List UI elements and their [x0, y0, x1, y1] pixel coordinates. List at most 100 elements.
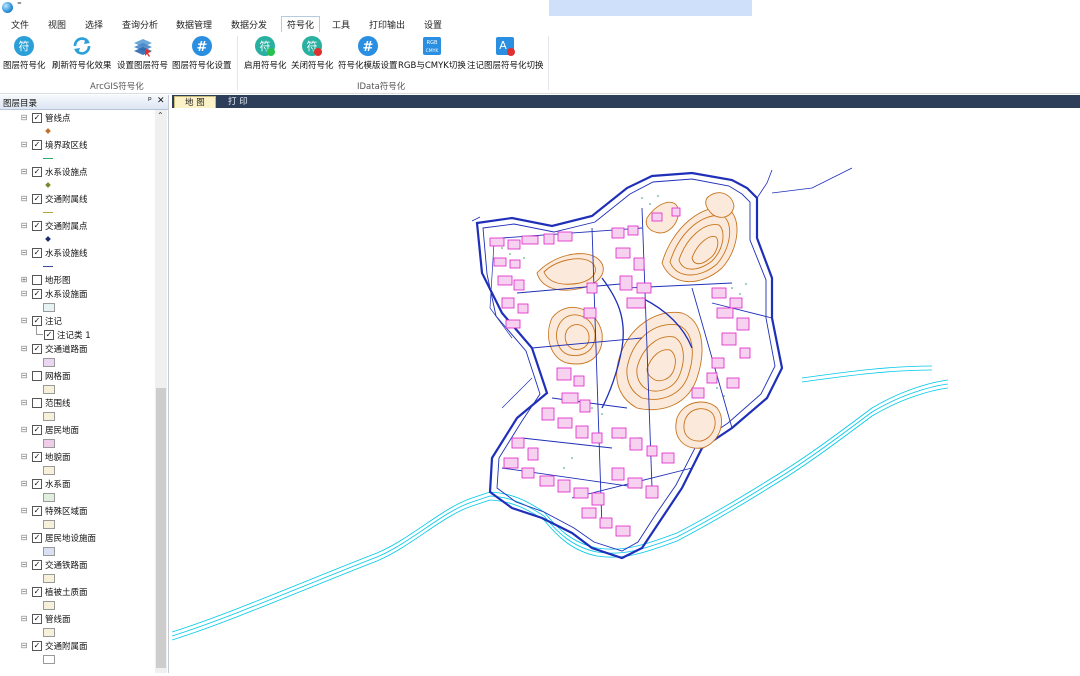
layer-item[interactable]: ⊟ ✓ 水系设施面 — [0, 289, 155, 302]
collapse-icon[interactable]: ⊟ — [20, 453, 28, 461]
toc-scrollbar[interactable]: ⌃ — [155, 110, 167, 673]
ribbon-button[interactable]: # 图层符号化设置 — [172, 35, 232, 71]
ribbon-button-label: 图层符号化设置 — [172, 61, 232, 71]
layer-item[interactable]: ⊟ ✓ 交通道路面 — [0, 344, 155, 357]
layer-item[interactable]: ⊟ ✓ 居民地面 — [0, 425, 155, 438]
ribbon-button[interactable]: 符启用符号化 — [244, 35, 287, 71]
ribbon-button[interactable]: RGB CMYK RGB与CMYK切换 — [398, 35, 466, 71]
collapse-icon[interactable]: ⊟ — [20, 195, 28, 203]
layer-visibility-checkbox[interactable]: ✓ — [32, 533, 42, 543]
collapse-icon[interactable]: ⊟ — [20, 290, 28, 298]
layer-visibility-checkbox[interactable]: ✓ — [32, 194, 42, 204]
quick-access-dropdown[interactable]: ⁼ — [17, 1, 22, 11]
pin-icon[interactable]: ᵖ — [148, 96, 152, 106]
menu-item[interactable]: 数据管理 — [176, 18, 212, 31]
app-globe-icon[interactable] — [2, 2, 13, 13]
layer-item[interactable]: ⊟ ✓ 注记 — [0, 316, 155, 329]
layer-visibility-checkbox[interactable]: ✓ — [44, 330, 54, 340]
layer-item[interactable]: ⊟ ✓ 水系设施线 — [0, 248, 155, 261]
collapse-icon[interactable]: ⊟ — [20, 561, 28, 569]
collapse-icon[interactable]: ⊟ — [20, 480, 28, 488]
ribbon-button[interactable]: # 符号化模版设置 — [338, 35, 398, 71]
ribbon-button[interactable]: 设置图层符号 — [117, 35, 168, 71]
layer-item[interactable]: ⊟ ✓ 居民地设施面 — [0, 533, 155, 546]
scroll-thumb[interactable] — [156, 388, 166, 668]
layer-visibility-checkbox[interactable] — [32, 398, 42, 408]
layer-visibility-checkbox[interactable]: ✓ — [32, 113, 42, 123]
tab-print[interactable]: 打 印 — [218, 96, 258, 108]
menu-item[interactable]: 查询分析 — [122, 18, 158, 31]
layer-item[interactable]: ⊟ ✓ 特殊区域面 — [0, 506, 155, 519]
ribbon-button[interactable]: A 注记图层符号化切换 — [467, 35, 544, 71]
collapse-icon[interactable]: ⊟ — [20, 372, 28, 380]
collapse-icon[interactable]: ⊟ — [20, 615, 28, 623]
layer-visibility-checkbox[interactable]: ✓ — [32, 587, 42, 597]
layer-visibility-checkbox[interactable]: ✓ — [32, 641, 42, 651]
layer-item[interactable]: ⊟ 网格面 — [0, 371, 155, 384]
ribbon-button-label: 符号化模版设置 — [338, 61, 398, 71]
layer-visibility-checkbox[interactable]: ✓ — [32, 506, 42, 516]
ribbon-button[interactable]: 符图层符号化 — [3, 35, 46, 71]
layer-item[interactable]: ⊟ ✓ 交通附属线 — [0, 194, 155, 207]
collapse-icon[interactable]: ⊟ — [20, 222, 28, 230]
layer-visibility-checkbox[interactable]: ✓ — [32, 452, 42, 462]
collapse-icon[interactable]: ⊟ — [20, 345, 28, 353]
layer-name: 网格面 — [45, 372, 71, 382]
layer-visibility-checkbox[interactable] — [32, 275, 42, 285]
map-canvas[interactable] — [171, 108, 1080, 673]
collapse-icon[interactable]: ⊟ — [20, 588, 28, 596]
scroll-up-icon[interactable]: ⌃ — [157, 111, 164, 120]
menu-item[interactable]: 打印输出 — [369, 18, 405, 31]
layer-visibility-checkbox[interactable]: ✓ — [32, 248, 42, 258]
layer-visibility-checkbox[interactable]: ✓ — [32, 344, 42, 354]
collapse-icon[interactable]: ⊟ — [20, 168, 28, 176]
layer-item[interactable]: ⊟ ✓ 地貌面 — [0, 452, 155, 465]
layer-item[interactable]: ⊟ ✓ 水系面 — [0, 479, 155, 492]
collapse-icon[interactable]: ⊟ — [20, 642, 28, 650]
layer-visibility-checkbox[interactable]: ✓ — [32, 560, 42, 570]
layer-visibility-checkbox[interactable]: ✓ — [32, 140, 42, 150]
collapse-icon[interactable]: ⊟ — [20, 534, 28, 542]
layer-visibility-checkbox[interactable]: ✓ — [32, 316, 42, 326]
layer-item[interactable]: ⊟ ✓ 境界政区线 — [0, 140, 155, 153]
close-icon[interactable]: ✕ — [157, 96, 165, 106]
menu-item[interactable]: 设置 — [424, 18, 442, 31]
expand-icon[interactable]: ⊞ — [20, 276, 28, 284]
layer-item[interactable]: ⊟ ✓ 交通铁路面 — [0, 560, 155, 573]
menu-item[interactable]: 文件 — [11, 18, 29, 31]
layer-visibility-checkbox[interactable]: ✓ — [32, 221, 42, 231]
layer-item[interactable]: ⊟ ✓ 管线点 — [0, 113, 155, 126]
layer-item[interactable]: ⊟ ✓ 水系设施点 — [0, 167, 155, 180]
menu-item[interactable]: 工具 — [332, 18, 350, 31]
ribbon-button[interactable]: 刷新符号化效果 — [52, 35, 112, 71]
layer-visibility-checkbox[interactable]: ✓ — [32, 479, 42, 489]
layer-class-item[interactable]: ✓ 注记类 1 — [0, 326, 155, 343]
collapse-icon[interactable]: ⊟ — [20, 317, 28, 325]
layer-symbol-swatch — [43, 158, 53, 159]
collapse-icon[interactable]: ⊟ — [20, 141, 28, 149]
map-drawing[interactable] — [171, 108, 1080, 673]
layer-item[interactable]: ⊟ ✓ 交通附属点 — [0, 221, 155, 234]
menu-item[interactable]: 数据分发 — [231, 18, 267, 31]
layer-visibility-checkbox[interactable]: ✓ — [32, 425, 42, 435]
layer-visibility-checkbox[interactable]: ✓ — [32, 289, 42, 299]
layer-symbol-swatch — [43, 601, 55, 610]
collapse-icon[interactable]: ⊟ — [20, 426, 28, 434]
layer-item[interactable]: ⊟ ✓ 植被土质面 — [0, 587, 155, 600]
layer-visibility-checkbox[interactable] — [32, 371, 42, 381]
layer-item[interactable]: ⊟ ✓ 管线面 — [0, 614, 155, 627]
collapse-icon[interactable]: ⊟ — [20, 399, 28, 407]
collapse-icon[interactable]: ⊟ — [20, 507, 28, 515]
ribbon-button[interactable]: 符关闭符号化 — [291, 35, 334, 71]
collapse-icon[interactable]: ⊟ — [20, 249, 28, 257]
layer-item[interactable]: ⊟ ✓ 交通附属面 — [0, 641, 155, 654]
layer-visibility-checkbox[interactable]: ✓ — [32, 614, 42, 624]
collapse-icon[interactable]: ⊟ — [20, 114, 28, 122]
layer-item[interactable]: ⊟ 范围线 — [0, 398, 155, 411]
layer-visibility-checkbox[interactable]: ✓ — [32, 167, 42, 177]
menu-item[interactable]: 视图 — [48, 18, 66, 31]
menu-item[interactable]: 选择 — [85, 18, 103, 31]
layer-name: 水系设施线 — [45, 249, 88, 259]
layer-item[interactable]: ⊞ 地形图 — [0, 275, 155, 288]
layer-name: 特殊区域面 — [45, 507, 88, 517]
